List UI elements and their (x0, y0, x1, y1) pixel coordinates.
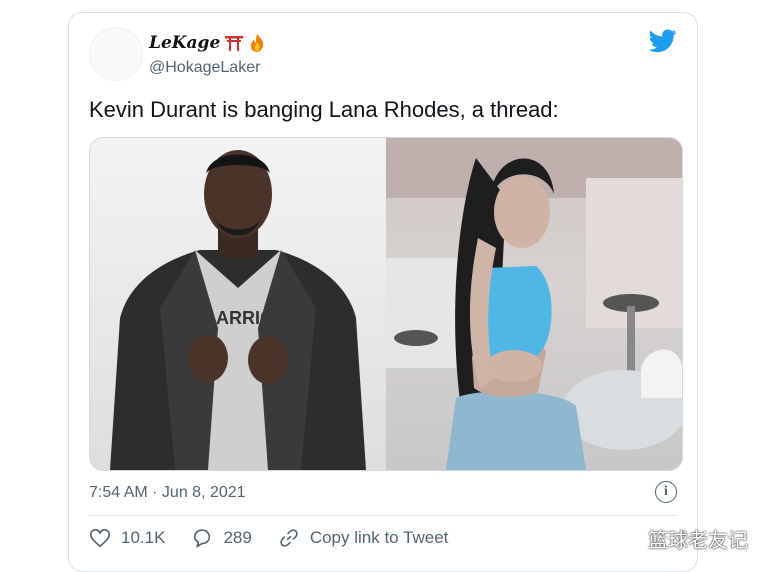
reply-count: 289 (223, 528, 252, 547)
media-photo-right[interactable] (386, 138, 682, 470)
user-handle[interactable]: @HokageLaker (149, 59, 260, 77)
tweet-text: Kevin Durant is banging Lana Rhodes, a t… (89, 97, 559, 122)
watermark-text: 篮球老友记 (648, 530, 748, 552)
copy-link-label: Copy link to Tweet (309, 528, 449, 547)
tweet-actions: 10.1K 289 Copy link to Tweet (89, 527, 474, 549)
man-in-jacket-photo: ARRIC (110, 150, 366, 470)
reply-bubble-icon (194, 529, 211, 548)
tweet-card: LeKage @HokageLaker Kevin Durant is bang… (68, 12, 698, 572)
heart-icon (90, 528, 110, 548)
reply-button[interactable]: 289 (191, 527, 252, 549)
display-name[interactable]: LeKage (149, 33, 266, 53)
tweet-timestamp[interactable]: 7:54 AM · Jun 8, 2021 (89, 484, 246, 502)
media-photo-left[interactable]: ARRIC (90, 138, 386, 470)
avatar[interactable] (89, 27, 143, 81)
copy-link-button[interactable]: Copy link to Tweet (278, 527, 449, 549)
torii-gate-icon (224, 34, 244, 52)
link-icon (280, 529, 298, 547)
divider (89, 515, 677, 516)
display-name-text: LeKage (149, 33, 221, 53)
like-count: 10.1K (121, 528, 166, 547)
woman-in-diner-photo (386, 138, 682, 470)
info-icon[interactable]: i (655, 481, 677, 503)
twitter-bird-icon[interactable] (649, 29, 677, 53)
tweet-media[interactable]: ARRIC (89, 137, 683, 471)
fire-icon (248, 33, 266, 53)
like-button[interactable]: 10.1K (89, 527, 165, 549)
